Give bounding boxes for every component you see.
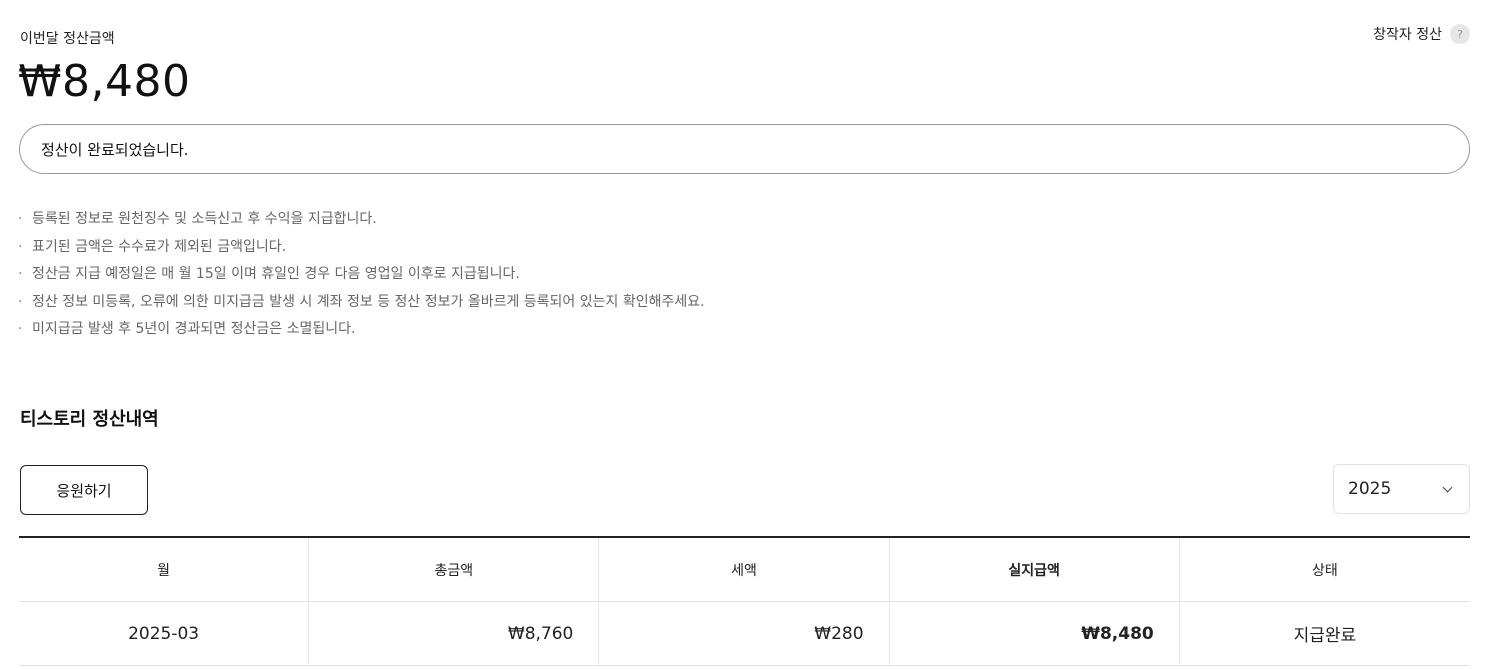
status-message: 정산이 완료되었습니다. — [41, 140, 189, 159]
status-message-box: 정산이 완료되었습니다. — [19, 124, 1470, 174]
year-select-value: 2025 — [1348, 479, 1392, 499]
table-header-row: 월 총금액 세액 실지급액 상태 — [19, 538, 1470, 602]
help-icon[interactable]: ? — [1450, 24, 1470, 44]
bullet-icon: · — [18, 238, 23, 255]
table-row: 2025-03 ₩8,760 ₩280 ₩8,480 지급완료 — [19, 602, 1470, 666]
column-header-status: 상태 — [1311, 562, 1338, 579]
notice-text: 미지급금 발생 후 5년이 경과되면 정산금은 소멸됩니다. — [32, 321, 356, 337]
column-header-month: 월 — [19, 538, 310, 601]
notice-text: 정산금 지급 예정일은 매 월 15일 이며 휴일인 경우 다음 영업일 이후로… — [32, 266, 520, 282]
cell-paid: ₩8,480 — [890, 602, 1180, 665]
bullet-icon: · — [18, 293, 23, 310]
payout-amount: ₩8,480 — [18, 56, 191, 107]
cell-status: 지급완료 — [1293, 626, 1357, 646]
bullet-icon: · — [18, 266, 23, 282]
chevron-down-icon — [1442, 482, 1453, 492]
cell-tax: ₩280 — [599, 602, 890, 665]
year-select[interactable]: 2025 — [1333, 464, 1470, 514]
bullet-icon: · — [18, 321, 23, 337]
creator-settlement-label: 창작자 정산 — [1373, 27, 1442, 43]
creator-settlement-link[interactable]: 창작자 정산 ? — [1373, 24, 1470, 44]
notice-item: · 등록된 정보로 원천징수 및 소득신고 후 수익을 지급합니다. — [18, 206, 705, 234]
payout-label: 이번달 정산금액 — [20, 31, 115, 47]
column-header-tax: 세액 — [599, 538, 890, 601]
history-title: 티스토리 정산내역 — [20, 409, 159, 430]
bullet-icon: · — [18, 211, 23, 227]
notice-text: 등록된 정보로 원천징수 및 소득신고 후 수익을 지급합니다. — [32, 211, 377, 227]
notice-item: · 정산금 지급 예정일은 매 월 15일 이며 휴일인 경우 다음 영업일 이후… — [18, 261, 705, 289]
cell-total: ₩8,760 — [309, 602, 600, 665]
column-header-total: 총금액 — [309, 538, 600, 601]
support-button[interactable]: 응원하기 — [20, 465, 148, 515]
notice-item: · 미지급금 발생 후 5년이 경과되면 정산금은 소멸됩니다. — [18, 316, 705, 344]
notice-item: · 정산 정보 미등록, 오류에 의한 미지급금 발생 시 계좌 정보 등 정산 … — [18, 289, 705, 317]
notice-list: · 등록된 정보로 원천징수 및 소득신고 후 수익을 지급합니다. · 표기된 금… — [18, 206, 705, 344]
notice-text: 정산 정보 미등록, 오류에 의한 미지급금 발생 시 계좌 정보 등 정산 정… — [32, 293, 705, 310]
notice-item: · 표기된 금액은 수수료가 제외된 금액입니다. — [18, 234, 705, 262]
column-header-paid: 실지급액 — [890, 538, 1180, 601]
notice-text: 표기된 금액은 수수료가 제외된 금액입니다. — [32, 238, 287, 255]
cell-month: 2025-03 — [19, 602, 310, 665]
settlement-table: 월 총금액 세액 실지급액 상태 2025-03 ₩8,760 ₩280 ₩8,… — [19, 536, 1470, 666]
